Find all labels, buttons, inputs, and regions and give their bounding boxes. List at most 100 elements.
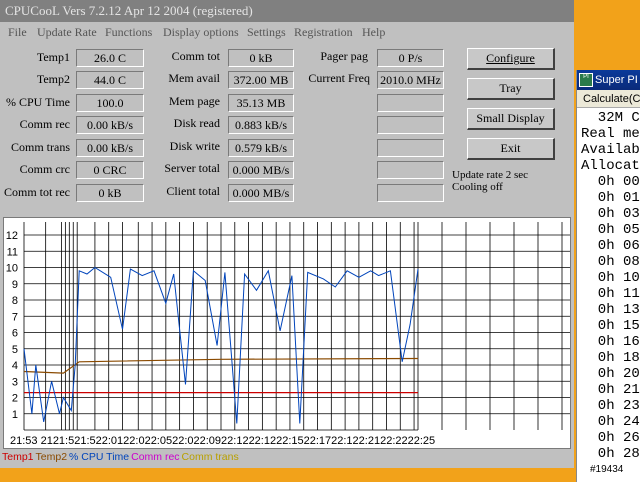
legend-temp2: Temp2 — [35, 451, 68, 463]
disk-read-label: Disk read — [173, 116, 220, 130]
superpi-line: 0h 26 — [581, 430, 640, 446]
y-tick-label: 4 — [12, 360, 18, 372]
client-total-value: 0.000 MB/s — [228, 184, 294, 202]
temp2-label: Temp2 — [36, 72, 70, 86]
empty-field-5 — [377, 139, 444, 157]
pager-pag-label: Pager pag — [320, 49, 368, 63]
superpi-title: PI Super PI — [577, 70, 640, 90]
history-chart-plot: 12345678910111221:53 2121:521:522:0122:0… — [6, 222, 570, 447]
comm-crc-label: Comm crc — [19, 162, 70, 176]
comm-crc-value: 0 CRC — [76, 161, 144, 179]
small-display-button[interactable]: Small Display — [467, 108, 555, 130]
superpi-line: Allocat — [581, 158, 640, 174]
menu-help[interactable]: Help — [362, 22, 385, 42]
menu-update-rate[interactable]: Update Rate — [37, 22, 97, 42]
history-chart: 1 2 3 4 5 6 7 8 9 10 11 12 21:53 2121:521:522:0122:0… — [3, 217, 571, 449]
superpi-line: 0h 11 — [581, 286, 640, 302]
empty-field-4 — [377, 116, 444, 134]
superpi-status-text: #19434 — [590, 464, 624, 475]
comm-rec-value: 0.00 kB/s — [76, 116, 144, 134]
x-tick-labels: 21:53 2121:521:522:0122:022:0522:022:092… — [10, 435, 435, 447]
y-tick-label: 1 — [12, 409, 18, 421]
comm-tot-label: Comm tot — [171, 49, 220, 63]
superpi-line: 0h 23 — [581, 398, 640, 414]
superpi-line: 0h 00 — [581, 174, 640, 190]
superpi-menu[interactable]: Calculate(C — [577, 90, 640, 108]
configure-button[interactable]: Configure — [467, 48, 555, 70]
menu-settings[interactable]: Settings — [247, 22, 286, 42]
y-tick-label: 7 — [12, 311, 18, 323]
comm-rec-label: Comm rec — [19, 117, 70, 131]
y-tick-label: 9 — [12, 279, 18, 291]
superpi-line: 0h 24 — [581, 414, 640, 430]
chart-legend: Temp1 Temp2% CPU Time Comm rec Comm trans — [2, 450, 241, 464]
superpi-line: 32M C — [581, 110, 640, 126]
y-tick-label: 3 — [12, 376, 18, 388]
temp1-value: 26.0 C — [76, 49, 144, 67]
y-tick-label: 2 — [12, 393, 18, 405]
tray-button[interactable]: Tray — [467, 78, 555, 100]
menu-display-options[interactable]: Display options — [163, 22, 239, 42]
y-tick-label: 6 — [12, 328, 18, 340]
window-title: CPUCooL Vers 7.2.12 Apr 12 2004 (registe… — [0, 0, 574, 22]
y-tick-label: 12 — [6, 230, 18, 242]
temp1-label: Temp1 — [36, 50, 70, 64]
menu-bar: File Update Rate Functions Display optio… — [0, 22, 574, 42]
y-tick-label: 10 — [6, 263, 18, 275]
superpi-line: Availab — [581, 142, 640, 158]
mem-avail-value: 372.00 MB — [228, 71, 294, 89]
superpi-line: 0h 05 — [581, 222, 640, 238]
empty-field-3 — [377, 94, 444, 112]
legend-comm-trans: Comm trans — [181, 451, 239, 463]
mem-avail-label: Mem avail — [168, 71, 220, 85]
comm-tot-rec-value: 0 kB — [76, 184, 144, 202]
disk-write-label: Disk write — [169, 139, 220, 153]
superpi-line: 0h 20 — [581, 366, 640, 382]
superpi-output: 32M C Real me Availab Allocat 0h 00 0h 01 0… — [581, 110, 640, 482]
legend-comm-rec: Comm rec — [131, 451, 180, 463]
cpu-time-value: 100.0 — [76, 94, 144, 112]
y-tick-label: 5 — [12, 344, 18, 356]
current-freq-value: 2010.0 MHz — [377, 71, 444, 89]
client-total-label: Client total — [166, 184, 220, 198]
legend-temp1: Temp1 — [2, 451, 34, 463]
menu-functions[interactable]: Functions — [105, 22, 152, 42]
comm-tot-rec-label: Comm tot rec — [4, 185, 70, 199]
superpi-line: 0h 01 — [581, 190, 640, 206]
empty-field-7 — [377, 184, 444, 202]
temp2-value: 44.0 C — [76, 71, 144, 89]
superpi-line: 0h 08 — [581, 254, 640, 270]
superpi-line: 0h 06 — [581, 238, 640, 254]
superpi-title-text: Super PI — [595, 74, 638, 86]
cooling-status-text: Cooling off — [452, 181, 503, 193]
update-rate-text: Update rate 2 sec — [452, 169, 529, 181]
server-total-value: 0.000 MB/s — [228, 161, 294, 179]
mem-page-value: 35.13 MB — [228, 94, 294, 112]
cpu-time-label: % CPU Time — [5, 95, 70, 109]
disk-read-value: 0.883 kB/s — [228, 116, 294, 134]
superpi-line: 0h 10 — [581, 270, 640, 286]
empty-field-6 — [377, 161, 444, 179]
cpucool-window: CPUCooL Vers 7.2.12 Apr 12 2004 (registe… — [0, 0, 574, 468]
comm-tot-value: 0 kB — [228, 49, 294, 67]
menu-registration[interactable]: Registration — [294, 22, 353, 42]
menu-file[interactable]: File — [8, 22, 27, 42]
legend-cpu-time: % CPU Time — [69, 451, 130, 463]
y-tick-label: 11 — [7, 246, 18, 258]
comm-trans-value: 0.00 kB/s — [76, 139, 144, 157]
superpi-line: 0h 16 — [581, 334, 640, 350]
superpi-line: 0h 28 — [581, 446, 640, 462]
superpi-line: 0h 13 — [581, 302, 640, 318]
superpi-window: PI Super PI Calculate(C 32M C Real me Avai… — [576, 70, 640, 482]
superpi-app-icon: PI — [579, 73, 593, 87]
disk-write-value: 0.579 kB/s — [228, 139, 294, 157]
pager-pag-value: 0 P/s — [377, 49, 444, 67]
superpi-line: 0h 18 — [581, 350, 640, 366]
comm-trans-label: Comm trans — [11, 140, 70, 154]
configure-button-label: Configure — [486, 51, 535, 65]
current-freq-label: Current Freq — [308, 71, 370, 85]
superpi-line: Real me — [581, 126, 640, 142]
mem-page-label: Mem page — [169, 94, 220, 108]
exit-button[interactable]: Exit — [467, 138, 555, 160]
server-total-label: Server total — [164, 161, 220, 175]
